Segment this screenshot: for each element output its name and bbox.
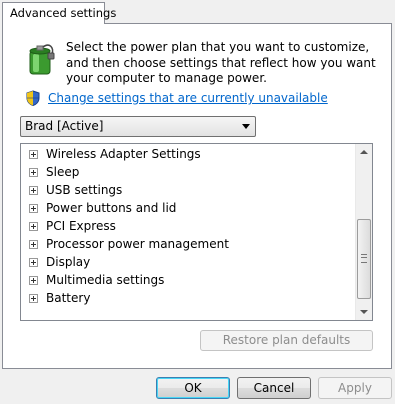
scroll-up-arrow-icon[interactable] [356, 144, 372, 161]
chevron-down-icon [242, 124, 250, 129]
scroll-down-arrow-icon[interactable] [356, 303, 372, 320]
tree-item-label: Processor power management [46, 237, 229, 251]
tree-item-label: Multimedia settings [46, 273, 165, 287]
uac-shield-icon [26, 90, 40, 106]
plus-expander-icon[interactable] [29, 276, 38, 285]
tree-item-label: Display [46, 255, 91, 269]
scrollbar-thumb[interactable] [357, 219, 371, 299]
cancel-button[interactable]: Cancel [237, 377, 311, 399]
plus-expander-icon[interactable] [29, 150, 38, 159]
tab-advanced-settings[interactable]: Advanced settings [2, 2, 116, 24]
settings-tree[interactable]: Wireless Adapter Settings Sleep USB sett… [20, 143, 373, 321]
grip-icon [361, 254, 367, 263]
intro-text: Select the power plan that you want to c… [66, 40, 376, 85]
power-plan-selected-value: Brad [Active] [25, 119, 104, 133]
plus-expander-icon[interactable] [29, 294, 38, 303]
restore-plan-defaults-button[interactable]: Restore plan defaults [200, 330, 373, 351]
tree-item-label: Sleep [46, 165, 80, 179]
apply-button[interactable]: Apply [318, 377, 392, 399]
tree-item-label: Battery [46, 291, 91, 305]
plus-expander-icon[interactable] [29, 258, 38, 267]
plus-expander-icon[interactable] [29, 204, 38, 213]
battery-plug-icon [29, 44, 55, 75]
plus-expander-icon[interactable] [29, 240, 38, 249]
tree-scrollbar[interactable] [355, 144, 372, 320]
plus-expander-icon[interactable] [29, 186, 38, 195]
tree-item-label: Power buttons and lid [46, 201, 177, 215]
tab-strip: Advanced settings [0, 0, 395, 24]
power-plan-dropdown[interactable]: Brad [Active] [20, 116, 256, 137]
change-unavailable-settings-link[interactable]: Change settings that are currently unava… [48, 91, 328, 105]
plus-expander-icon[interactable] [29, 168, 38, 177]
tree-item-label: USB settings [46, 183, 123, 197]
tree-item-label: PCI Express [46, 219, 116, 233]
tree-item-label: Wireless Adapter Settings [46, 147, 201, 161]
ok-button[interactable]: OK [156, 377, 230, 399]
plus-expander-icon[interactable] [29, 222, 38, 231]
